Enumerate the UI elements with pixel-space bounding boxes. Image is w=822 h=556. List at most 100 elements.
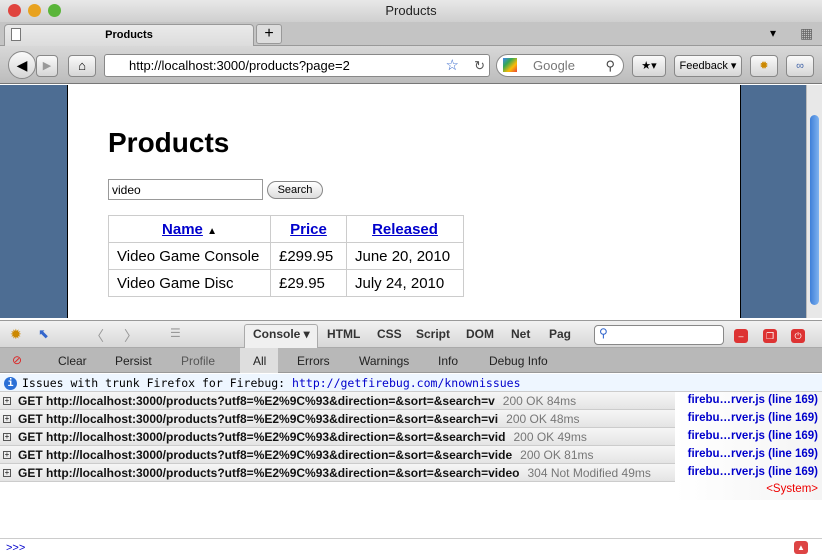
expand-command-editor-icon[interactable]: ▲ <box>794 541 808 554</box>
cell-released: July 24, 2010 <box>346 269 464 297</box>
tab-list-icon[interactable]: ▾ <box>770 26 776 40</box>
new-tab-button[interactable]: + <box>256 24 282 44</box>
title-bar: Products <box>0 0 822 22</box>
network-request-row[interactable]: + GET http://localhost:3000/products?utf8… <box>0 410 675 428</box>
known-issues-link[interactable]: http://getfirebug.com/knownissues <box>292 376 520 390</box>
minimize-firebug-button[interactable]: – <box>734 329 748 343</box>
page-icon <box>11 28 21 41</box>
firebug-tab-script[interactable]: Script <box>416 327 450 341</box>
firebug-icon[interactable]: ✹ <box>750 55 778 77</box>
break-on-errors-icon[interactable]: ⊘ <box>12 353 22 367</box>
navigation-toolbar: ◀ ▶ ⌂ http://localhost:3000/products?pag… <box>0 46 822 84</box>
info-message: i Issues with trunk Firefox for Firebug:… <box>0 374 822 392</box>
request-status: 200 OK 84ms <box>502 394 577 408</box>
bookmark-star-icon[interactable]: ☆ <box>446 55 459 76</box>
profile-button[interactable]: Profile <box>181 354 215 368</box>
list-icon[interactable]: ☰ <box>170 326 181 340</box>
inspect-icon[interactable]: ⬉ <box>38 326 49 342</box>
command-line[interactable]: >>> ▲ <box>0 538 822 556</box>
sort-price-link[interactable]: Price <box>290 221 327 238</box>
panorama-icon[interactable]: ▦ <box>800 25 813 42</box>
reload-icon[interactable]: ↻ <box>474 55 485 76</box>
page-title: Products <box>108 127 230 158</box>
forward-icon[interactable]: 〉 <box>124 326 138 346</box>
source-link[interactable]: firebu…rver.js (line 169) <box>688 448 818 460</box>
request-status: 200 OK 81ms <box>520 448 594 462</box>
window-title: Products <box>385 3 437 18</box>
firebug-tab-css[interactable]: CSS <box>377 327 402 341</box>
expand-icon[interactable]: + <box>3 469 11 477</box>
scrollbar-thumb[interactable] <box>810 115 819 305</box>
cell-price: £29.95 <box>270 269 347 297</box>
source-link[interactable]: firebu…rver.js (line 169) <box>688 412 818 424</box>
sort-released-link[interactable]: Released <box>372 221 438 238</box>
filter-warnings[interactable]: Warnings <box>359 354 409 368</box>
request-text: GET http://localhost:3000/products?utf8=… <box>18 412 499 426</box>
page-scrollbar[interactable] <box>806 85 822 318</box>
request-text: GET http://localhost:3000/products?utf8=… <box>18 466 520 480</box>
products-table: Name ▲ Price Released Video Game Console… <box>108 215 464 297</box>
back-icon[interactable]: 〈 <box>90 326 104 346</box>
glasses-icon[interactable]: ∞ <box>786 55 814 77</box>
zoom-window-button[interactable] <box>48 4 61 17</box>
table-header: Name ▲ Price Released <box>108 215 464 243</box>
filter-errors[interactable]: Errors <box>297 354 330 368</box>
tab-label: Products <box>105 29 153 41</box>
clear-button[interactable]: Clear <box>58 354 87 368</box>
firebug-toolbar: ✹ ⬉ 〈 〉 ☰ Console ▾ HTML CSS Script DOM … <box>0 320 822 349</box>
search-button[interactable]: Search <box>267 181 323 199</box>
tab-bar: Products + ▾ ▦ <box>0 22 822 46</box>
expand-icon[interactable]: + <box>3 433 11 441</box>
close-firebug-button[interactable]: ⏻ <box>791 329 805 343</box>
sort-asc-icon: ▲ <box>207 225 217 237</box>
source-link[interactable]: firebu…rver.js (line 169) <box>688 430 818 442</box>
firebug-tab-html[interactable]: HTML <box>327 327 360 341</box>
close-window-button[interactable] <box>8 4 21 17</box>
firebug-tab-page[interactable]: Pag <box>549 327 571 341</box>
table-row: Video Game Console £299.95 June 20, 2010 <box>108 242 464 270</box>
sort-name-link[interactable]: Name <box>162 221 203 238</box>
network-request-row[interactable]: + GET http://localhost:3000/products?utf8… <box>0 428 675 446</box>
console-toolbar: ⊘ Clear Persist Profile All Errors Warni… <box>0 348 822 373</box>
request-text: GET http://localhost:3000/products?utf8=… <box>18 430 506 444</box>
request-text: GET http://localhost:3000/products?utf8=… <box>18 394 495 408</box>
filter-info[interactable]: Info <box>438 354 458 368</box>
google-icon <box>503 58 517 72</box>
source-link[interactable]: firebu…rver.js (line 169) <box>688 466 818 478</box>
cell-price: £299.95 <box>270 242 347 270</box>
search-input[interactable] <box>108 179 263 200</box>
source-link[interactable]: firebu…rver.js (line 169) <box>688 394 818 406</box>
info-text: Issues with trunk Firefox for Firebug: <box>22 376 286 390</box>
firebug-tab-console[interactable]: Console ▾ <box>253 327 310 341</box>
firebug-tab-net[interactable]: Net <box>511 327 530 341</box>
search-placeholder: Google <box>533 58 575 73</box>
minimize-window-button[interactable] <box>28 4 41 17</box>
system-source-link[interactable]: <System> <box>766 483 818 495</box>
filter-all[interactable]: All <box>253 354 266 368</box>
page-viewport: Products Search Name ▲ Price Released Vi… <box>0 85 806 318</box>
firebug-tab-dom[interactable]: DOM <box>466 327 494 341</box>
expand-icon[interactable]: + <box>3 451 11 459</box>
search-icon[interactable]: ⚲ <box>605 55 615 76</box>
tab-products[interactable]: Products <box>4 24 254 46</box>
forward-button[interactable]: ▶ <box>36 55 58 77</box>
expand-icon[interactable]: + <box>3 415 11 423</box>
network-request-row[interactable]: + GET http://localhost:3000/products?utf8… <box>0 392 675 410</box>
bookmarks-button[interactable]: ★▾ <box>632 55 666 77</box>
detach-firebug-button[interactable]: ❐ <box>763 329 777 343</box>
persist-button[interactable]: Persist <box>115 354 152 368</box>
url-text: http://localhost:3000/products?page=2 <box>129 58 350 73</box>
firebug-search-input[interactable]: ⚲ <box>594 325 724 345</box>
firebug-menu-icon[interactable]: ✹ <box>10 326 22 343</box>
network-request-row[interactable]: + GET http://localhost:3000/products?utf8… <box>0 446 675 464</box>
back-button[interactable]: ◀ <box>8 51 36 79</box>
search-engine-box[interactable]: Google ⚲ <box>496 54 624 77</box>
feedback-button[interactable]: Feedback ▾ <box>674 55 742 77</box>
filter-debug-info[interactable]: Debug Info <box>489 354 548 368</box>
home-button[interactable]: ⌂ <box>68 55 96 77</box>
url-bar[interactable]: http://localhost:3000/products?page=2 ☆ … <box>104 54 490 77</box>
command-prompt: >>> <box>6 542 26 554</box>
network-request-row[interactable]: + GET http://localhost:3000/products?utf8… <box>0 464 675 482</box>
request-status: 200 OK 49ms <box>513 430 587 444</box>
expand-icon[interactable]: + <box>3 397 11 405</box>
